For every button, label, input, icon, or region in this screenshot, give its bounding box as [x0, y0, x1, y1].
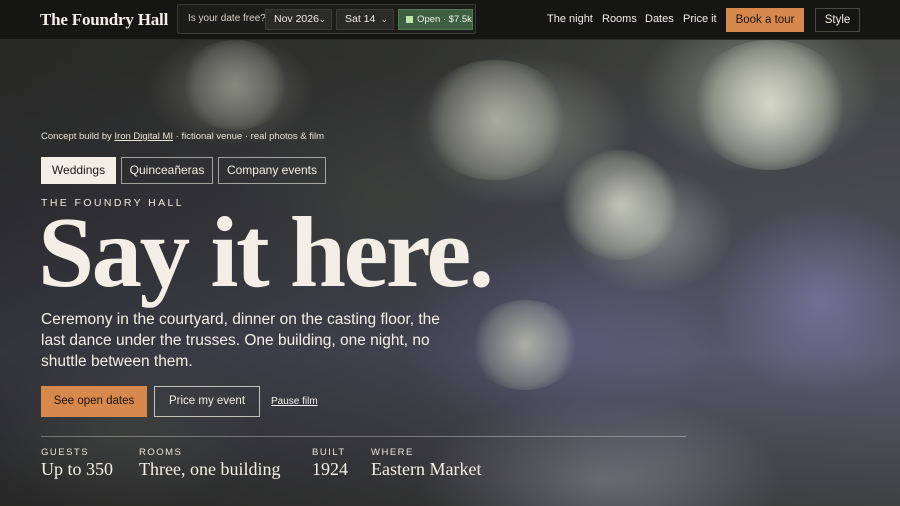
stat-value: Up to 350 — [41, 459, 113, 479]
day-select-value: Sat 14 — [345, 13, 376, 25]
stat-value: Three, one building — [139, 459, 281, 479]
chevron-down-icon: ⌄ — [318, 14, 326, 24]
stat-where: WHERE Eastern Market — [371, 447, 481, 480]
stat-label: BUILT — [312, 447, 346, 458]
style-button[interactable]: Style — [815, 8, 860, 32]
credit-suffix: · fictional venue · real photos & film — [175, 131, 325, 142]
stat-label: GUESTS — [41, 447, 90, 458]
nav-link-dates[interactable]: Dates — [645, 13, 674, 25]
stat-label: WHERE — [371, 447, 414, 458]
stat-value: 1924 — [312, 459, 348, 479]
hero-headline: Say it here. — [38, 196, 494, 308]
concept-credit: Concept build by Iron Digital MI · ficti… — [41, 131, 324, 142]
stat-label: ROOMS — [139, 447, 183, 458]
book-tour-button[interactable]: Book a tour — [726, 8, 804, 32]
stat-rooms: ROOMS Three, one building — [139, 447, 280, 480]
tab-weddings[interactable]: Weddings — [41, 157, 116, 184]
credit-link[interactable]: Iron Digital MI — [114, 131, 173, 142]
status-indicator-icon — [406, 16, 413, 23]
tab-quinceaneras[interactable]: Quinceañeras — [121, 157, 213, 184]
brand-logo[interactable]: The Foundry Hall — [40, 10, 168, 30]
month-select-value: Nov 2026 — [274, 13, 319, 25]
hero-section: Concept build by Iron Digital MI · ficti… — [0, 0, 900, 506]
date-availability-checker: Is your date free? Nov 2026 ⌄ Sat 14 ⌄ O… — [177, 4, 476, 34]
availability-status-badge[interactable]: Open · $7.5k — [398, 9, 473, 30]
top-nav: The Foundry Hall Is your date free? Nov … — [0, 0, 900, 40]
month-select[interactable]: Nov 2026 ⌄ — [265, 9, 332, 30]
see-open-dates-button[interactable]: See open dates — [41, 386, 147, 417]
date-question: Is your date free? — [188, 13, 266, 24]
stat-built: BUILT 1924 — [312, 447, 348, 480]
stats-divider — [41, 436, 686, 437]
pause-film-link[interactable]: Pause film — [271, 396, 318, 407]
tab-company-events[interactable]: Company events — [218, 157, 326, 184]
nav-link-the-night[interactable]: The night — [547, 13, 593, 25]
hero-lede: Ceremony in the courtyard, dinner on the… — [41, 311, 440, 370]
day-select[interactable]: Sat 14 ⌄ — [336, 9, 394, 30]
credit-prefix: Concept build by — [41, 131, 112, 142]
nav-link-price-it[interactable]: Price it — [683, 13, 717, 25]
chevron-down-icon: ⌄ — [380, 14, 388, 24]
nav-link-rooms[interactable]: Rooms — [602, 13, 637, 25]
availability-status-text: Open · $7.5k — [417, 14, 472, 25]
price-my-event-button[interactable]: Price my event — [154, 386, 260, 417]
stat-guests: GUESTS Up to 350 — [41, 447, 113, 480]
stat-value: Eastern Market — [371, 459, 482, 479]
